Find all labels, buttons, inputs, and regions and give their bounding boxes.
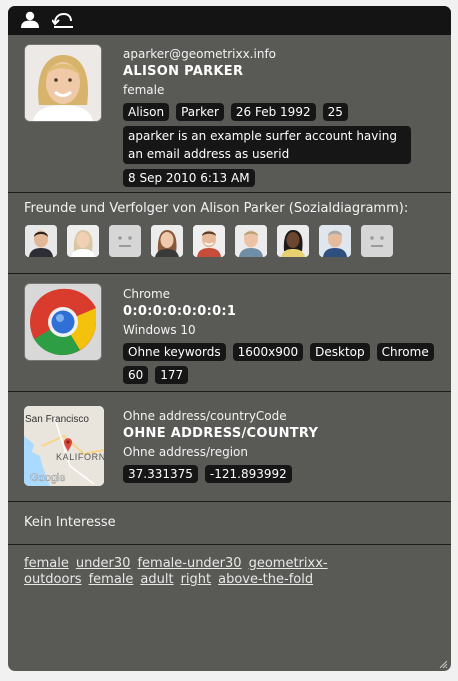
email: aparker@geometrixx.info [123,47,277,61]
friend-avatar-placeholder[interactable] [361,225,393,257]
friend-avatar[interactable] [235,225,267,257]
friend-avatar[interactable] [193,225,225,257]
last-name-badge: Parker [176,103,224,121]
map-thumbnail[interactable]: San Francisco KALIFORN Google [24,406,104,486]
tag-link[interactable]: female-under30 [137,556,241,571]
geo-badges: 37.331375 -121.893992 [123,465,318,483]
ip-address: 0:0:0:0:0:0:0:1 [123,304,237,319]
version-badge: 60 [123,366,149,384]
browser-info: Chrome 0:0:0:0:0:0:0:1 Windows 10 Ohne k… [123,285,451,384]
keywords-badge: Ohne keywords [123,343,226,361]
interest-section: Kein Interesse [8,502,451,545]
friend-avatar[interactable] [151,225,183,257]
latitude-badge: 37.331375 [123,465,198,483]
map-provider-label: Google [30,472,65,484]
friends-list [25,225,393,257]
friend-avatar[interactable] [277,225,309,257]
device-type-badge: Desktop [310,343,370,361]
reset-icon[interactable] [52,11,74,29]
browser-section: Chrome 0:0:0:0:0:0:0:1 Windows 10 Ohne k… [8,274,451,392]
tag-cloud-section: female under30 female-under30 geometrixx-ou… [8,545,451,588]
geolocation-section: San Francisco KALIFORN Google Ohne addre… [8,392,451,502]
tag-link[interactable]: female [24,556,69,571]
region: Ohne address/region [123,445,248,459]
age-badge: 25 [322,103,348,121]
chrome-icon [25,284,101,360]
tag-cloud: female under30 female-under30 geometrixx-ou… [24,556,435,588]
resize-grip-icon[interactable] [439,660,447,668]
count-badge: 177 [155,366,189,384]
geo-info: Ohne address/countryCode OHNE ADDRESS/CO… [123,407,318,483]
profile-section: aparker@geometrixx.info ALISON PARKER fe… [8,35,451,193]
country-code: Ohne address/countryCode [123,409,287,423]
device-badges: Ohne keywords 1600x900 Desktop Chrome 60… [123,343,451,384]
operating-system: Windows 10 [123,323,196,337]
profile-icon[interactable] [20,11,40,29]
browser-name: Chrome [123,287,171,301]
interest-text: Kein Interesse [24,515,116,530]
longitude-badge: -121.893992 [204,465,292,483]
toolbar [8,6,451,35]
friend-avatar[interactable] [319,225,351,257]
profile-badges: Alison Parker 26 Feb 1992 25 aparker is … [123,103,451,187]
friend-avatar[interactable] [25,225,57,257]
friend-avatar-placeholder[interactable] [109,225,141,257]
tag-link[interactable]: under30 [76,556,131,571]
social-graph-section: Freunde und Verfolger von Alison Parker … [8,193,451,274]
tag-link[interactable]: adult [140,572,173,587]
clientcontext-panel: aparker@geometrixx.info ALISON PARKER fe… [8,6,451,671]
resolution-badge: 1600x900 [232,343,304,361]
social-graph-title: Freunde und Verfolger von Alison Parker … [24,201,409,216]
browser-badge: Chrome [376,343,434,361]
map-state-label: KALIFORN [56,452,104,462]
gender: female [123,83,165,97]
tag-link[interactable]: right [181,572,212,587]
description-badge: aparker is an example surfer account hav… [123,126,411,164]
tag-link[interactable]: above-the-fold [218,572,313,587]
first-name-badge: Alison [123,103,170,121]
profile-name: ALISON PARKER [123,64,244,79]
timestamp-badge: 8 Sep 2010 6:13 AM [123,169,255,187]
profile-info: aparker@geometrixx.info ALISON PARKER fe… [123,45,451,187]
tag-link[interactable]: female [89,572,134,587]
birthday-badge: 26 Feb 1992 [230,103,316,121]
map-city-label: San Francisco [25,414,89,425]
avatar[interactable] [25,45,101,121]
friend-avatar[interactable] [67,225,99,257]
country-name: OHNE ADDRESS/COUNTRY [123,426,319,441]
